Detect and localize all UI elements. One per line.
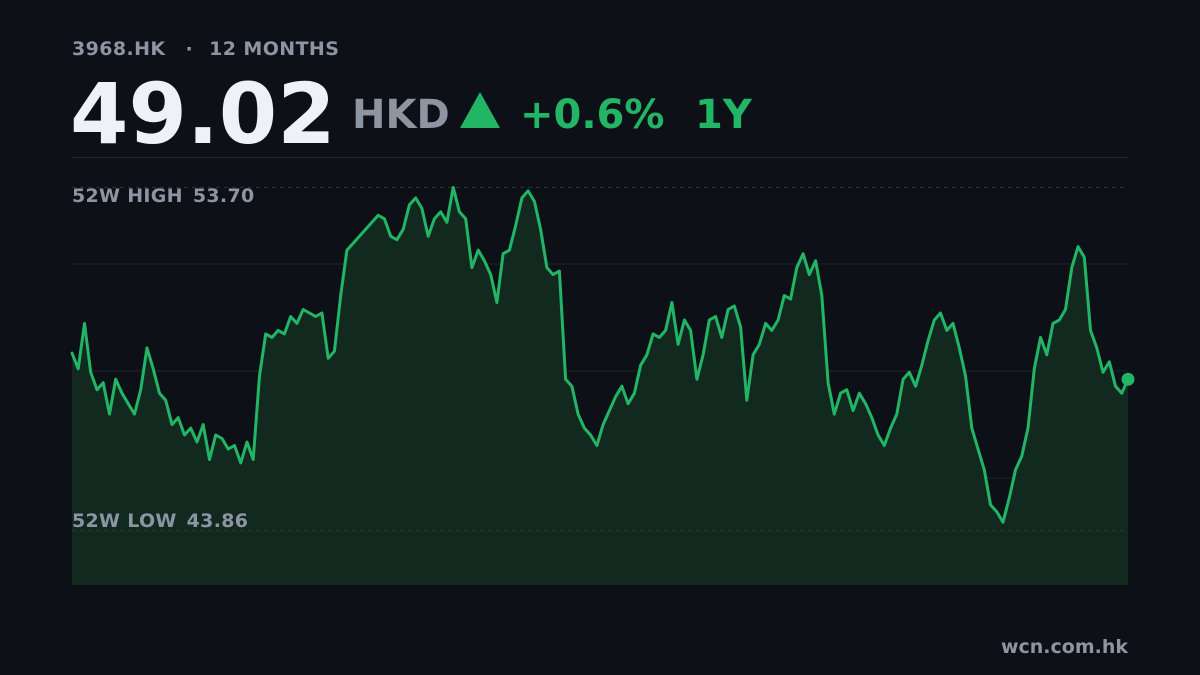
low-label-text: 52W LOW (72, 510, 177, 532)
source-label: wcn.com.hk (1000, 636, 1128, 658)
last-price-marker (1121, 372, 1135, 386)
low-label-value: 43.86 (186, 510, 249, 532)
low-label: 52W LOW 43.86 (72, 510, 248, 532)
high-label: 52W HIGH 53.70 (72, 185, 255, 207)
high-label-text: 52W HIGH (72, 185, 183, 207)
price-chart (70, 185, 1135, 585)
high-label-value: 53.70 (192, 185, 255, 207)
